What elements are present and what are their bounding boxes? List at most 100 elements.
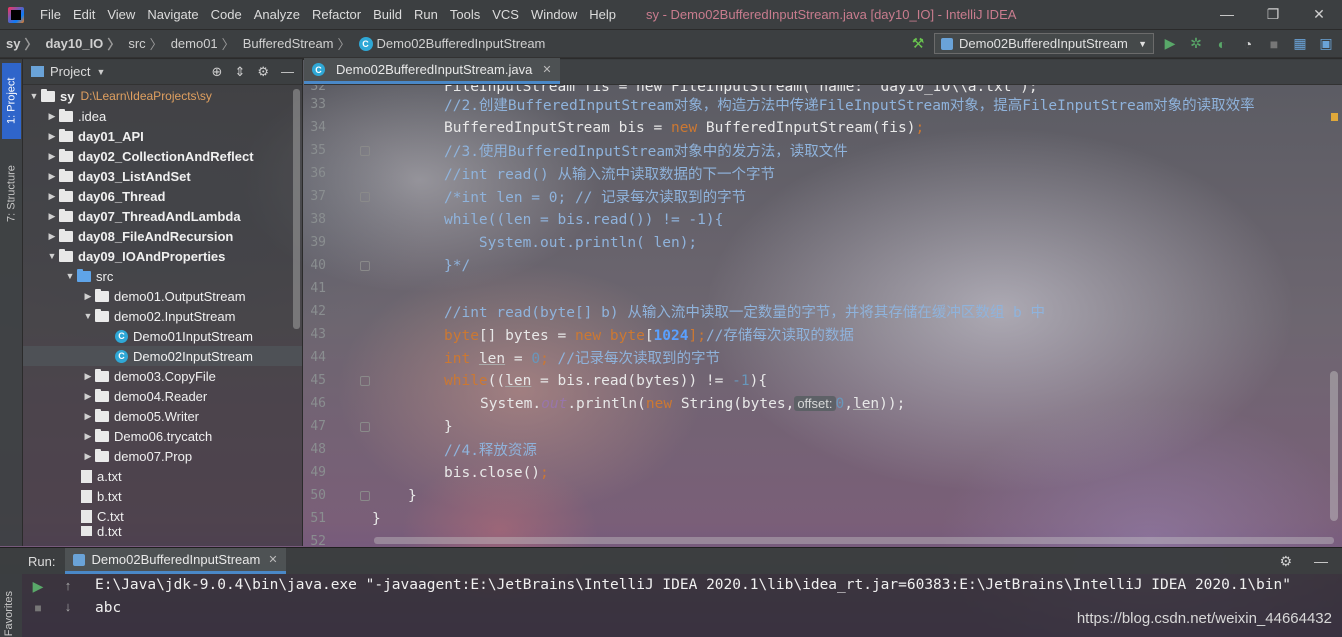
run-icon[interactable]: ▶ (1160, 34, 1180, 54)
close-icon[interactable]: ✕ (1296, 6, 1342, 23)
tree-item-day02[interactable]: ▶ day02_CollectionAndReflect (23, 146, 302, 166)
minimize-icon[interactable]: — (1204, 6, 1250, 23)
profile-icon[interactable]: ◔ (1238, 34, 1258, 54)
arrow-down-icon[interactable]: ↓ (65, 599, 72, 614)
tree-item-day03[interactable]: ▶ day03_ListAndSet (23, 166, 302, 186)
tree-item-demo04[interactable]: ▶ demo04.Reader (23, 386, 302, 406)
debug-icon[interactable]: ✲ (1186, 34, 1206, 54)
tree-item-src[interactable]: ▼ src (23, 266, 302, 286)
project-scrollbar[interactable] (293, 89, 300, 329)
gear-icon[interactable]: ⚙ (257, 64, 269, 80)
rerun-icon[interactable]: ▶ (33, 578, 44, 595)
tree-item-demo01-inputstream[interactable]: C Demo01InputStream (23, 326, 302, 346)
folder-icon (41, 88, 55, 102)
menu-window[interactable]: Window (525, 7, 583, 22)
keyword-token: byte (444, 328, 479, 344)
stop-icon[interactable]: ■ (34, 601, 41, 615)
tree-item-demo06[interactable]: ▶ Demo06.trycatch (23, 426, 302, 446)
tree-item-a-txt[interactable]: a.txt (23, 466, 302, 486)
code-area[interactable]: 32 FileInputStream fis = new FileInputSt… (304, 85, 1342, 546)
tree-item-d-txt[interactable]: d.txt (23, 526, 302, 536)
coverage-icon[interactable]: ◐ (1212, 34, 1232, 54)
structure-tool-tab[interactable]: 7: Structure (2, 151, 21, 237)
line-number: 40 (310, 258, 326, 273)
arrow-up-icon[interactable]: ↑ (65, 578, 72, 593)
breadcrumb-module[interactable]: day10_IO 〉 (39, 34, 122, 53)
breadcrumb-subpackage[interactable]: BufferedStream 〉 (237, 34, 353, 53)
breadcrumb-project[interactable]: sy 〉 (0, 34, 39, 53)
package-icon (95, 428, 109, 442)
code-text: while((len = bis.read(bytes)) != -1){ (444, 373, 767, 389)
menu-file[interactable]: File (34, 7, 67, 22)
fold-marker-icon[interactable] (360, 490, 370, 501)
chevron-right-icon: 〉 (221, 37, 235, 52)
editor-tab-active[interactable]: C Demo02BufferedInputStream.java ✕ (304, 58, 560, 84)
tree-item-label: Demo02InputStream (133, 348, 253, 364)
editor-vertical-scrollbar[interactable] (1330, 371, 1338, 521)
menu-help[interactable]: Help (583, 7, 622, 22)
menu-build[interactable]: Build (367, 7, 408, 22)
stop-icon[interactable]: ■ (1264, 34, 1284, 54)
locate-icon[interactable]: ⊕ (212, 64, 223, 80)
number-token: 0 (835, 395, 845, 412)
restore-icon[interactable]: ❐ (1250, 6, 1296, 23)
tree-item-day06[interactable]: ▶ day06_Thread (23, 186, 302, 206)
project-tool-tab[interactable]: 1: Project (2, 63, 21, 139)
run-tab[interactable]: Demo02BufferedInputStream ✕ (65, 548, 286, 574)
tree-item-demo03[interactable]: ▶ demo03.CopyFile (23, 366, 302, 386)
tree-item-day01[interactable]: ▶ day01_API (23, 126, 302, 146)
editor-horizontal-scrollbar[interactable] (374, 537, 1334, 544)
sdk-icon[interactable]: ▣ (1316, 34, 1336, 54)
close-tab-icon[interactable]: ✕ (268, 553, 277, 566)
tree-item-idea[interactable]: ▶ .idea (23, 106, 302, 126)
run-configuration-select[interactable]: Demo02BufferedInputStream ▼ (934, 33, 1154, 54)
project-structure-icon[interactable]: ▦ (1290, 34, 1310, 54)
code-text: } (372, 510, 381, 527)
breadcrumb-class[interactable]: C Demo02BufferedInputStream (353, 36, 548, 51)
tree-item-b-txt[interactable]: b.txt (23, 486, 302, 506)
close-tab-icon[interactable]: ✕ (542, 63, 551, 76)
fold-marker-icon[interactable] (360, 145, 370, 156)
tree-item-demo02-inputstream[interactable]: C Demo02InputStream (23, 346, 302, 366)
fold-marker-icon[interactable] (360, 421, 370, 432)
menu-refactor[interactable]: Refactor (306, 7, 367, 22)
hide-icon[interactable]: — (281, 64, 294, 80)
project-panel-title[interactable]: Project (50, 64, 90, 79)
code-token: BufferedInputStream bis = (444, 119, 671, 136)
tree-item-demo07[interactable]: ▶ demo07.Prop (23, 446, 302, 466)
fold-marker-icon[interactable] (360, 260, 370, 271)
menu-view[interactable]: View (101, 7, 141, 22)
hide-icon[interactable]: — (1314, 553, 1328, 569)
tree-item-root[interactable]: ▼ sy D:\Learn\IdeaProjects\sy (23, 86, 302, 106)
menu-navigate[interactable]: Navigate (141, 7, 204, 22)
menu-tools[interactable]: Tools (444, 7, 486, 22)
gear-icon[interactable]: ⚙ (1279, 553, 1292, 570)
collapse-all-icon[interactable]: ⇕ (234, 64, 245, 80)
run-tab-label: Demo02BufferedInputStream (91, 552, 261, 567)
tree-item-c-txt[interactable]: C.txt (23, 506, 302, 526)
chevron-right-icon: ▶ (48, 190, 56, 201)
code-token: System. (480, 395, 542, 412)
breadcrumb-src[interactable]: src 〉 (122, 34, 164, 53)
tree-item-day08[interactable]: ▶ day08_FileAndRecursion (23, 226, 302, 246)
code-line: 39 System.out.println( len); (304, 231, 1334, 254)
menu-run[interactable]: Run (408, 7, 444, 22)
favorites-tool-tab[interactable]: Favorites (3, 591, 15, 636)
tree-item-demo02[interactable]: ▼ demo02.InputStream (23, 306, 302, 326)
tree-item-demo05[interactable]: ▶ demo05.Writer (23, 406, 302, 426)
fold-marker-icon[interactable] (360, 375, 370, 386)
chevron-right-icon: ▶ (48, 170, 56, 181)
menu-vcs[interactable]: VCS (486, 7, 525, 22)
tree-item-day09[interactable]: ▼ day09_IOAndProperties (23, 246, 302, 266)
code-comment: //int read() 从输入流中读取数据的下一个字节 (444, 167, 775, 183)
fold-marker-icon[interactable] (360, 191, 370, 202)
keyword-token: new (645, 395, 673, 412)
build-hammer-icon[interactable]: ⚒ (908, 34, 928, 54)
tree-item-demo01[interactable]: ▶ demo01.OutputStream (23, 286, 302, 306)
tree-item-day07[interactable]: ▶ day07_ThreadAndLambda (23, 206, 302, 226)
chevron-down-icon[interactable]: ▼ (96, 67, 105, 77)
breadcrumb-package[interactable]: demo01 〉 (165, 34, 237, 53)
menu-edit[interactable]: Edit (67, 7, 101, 22)
menu-code[interactable]: Code (205, 7, 248, 22)
menu-analyze[interactable]: Analyze (248, 7, 306, 22)
